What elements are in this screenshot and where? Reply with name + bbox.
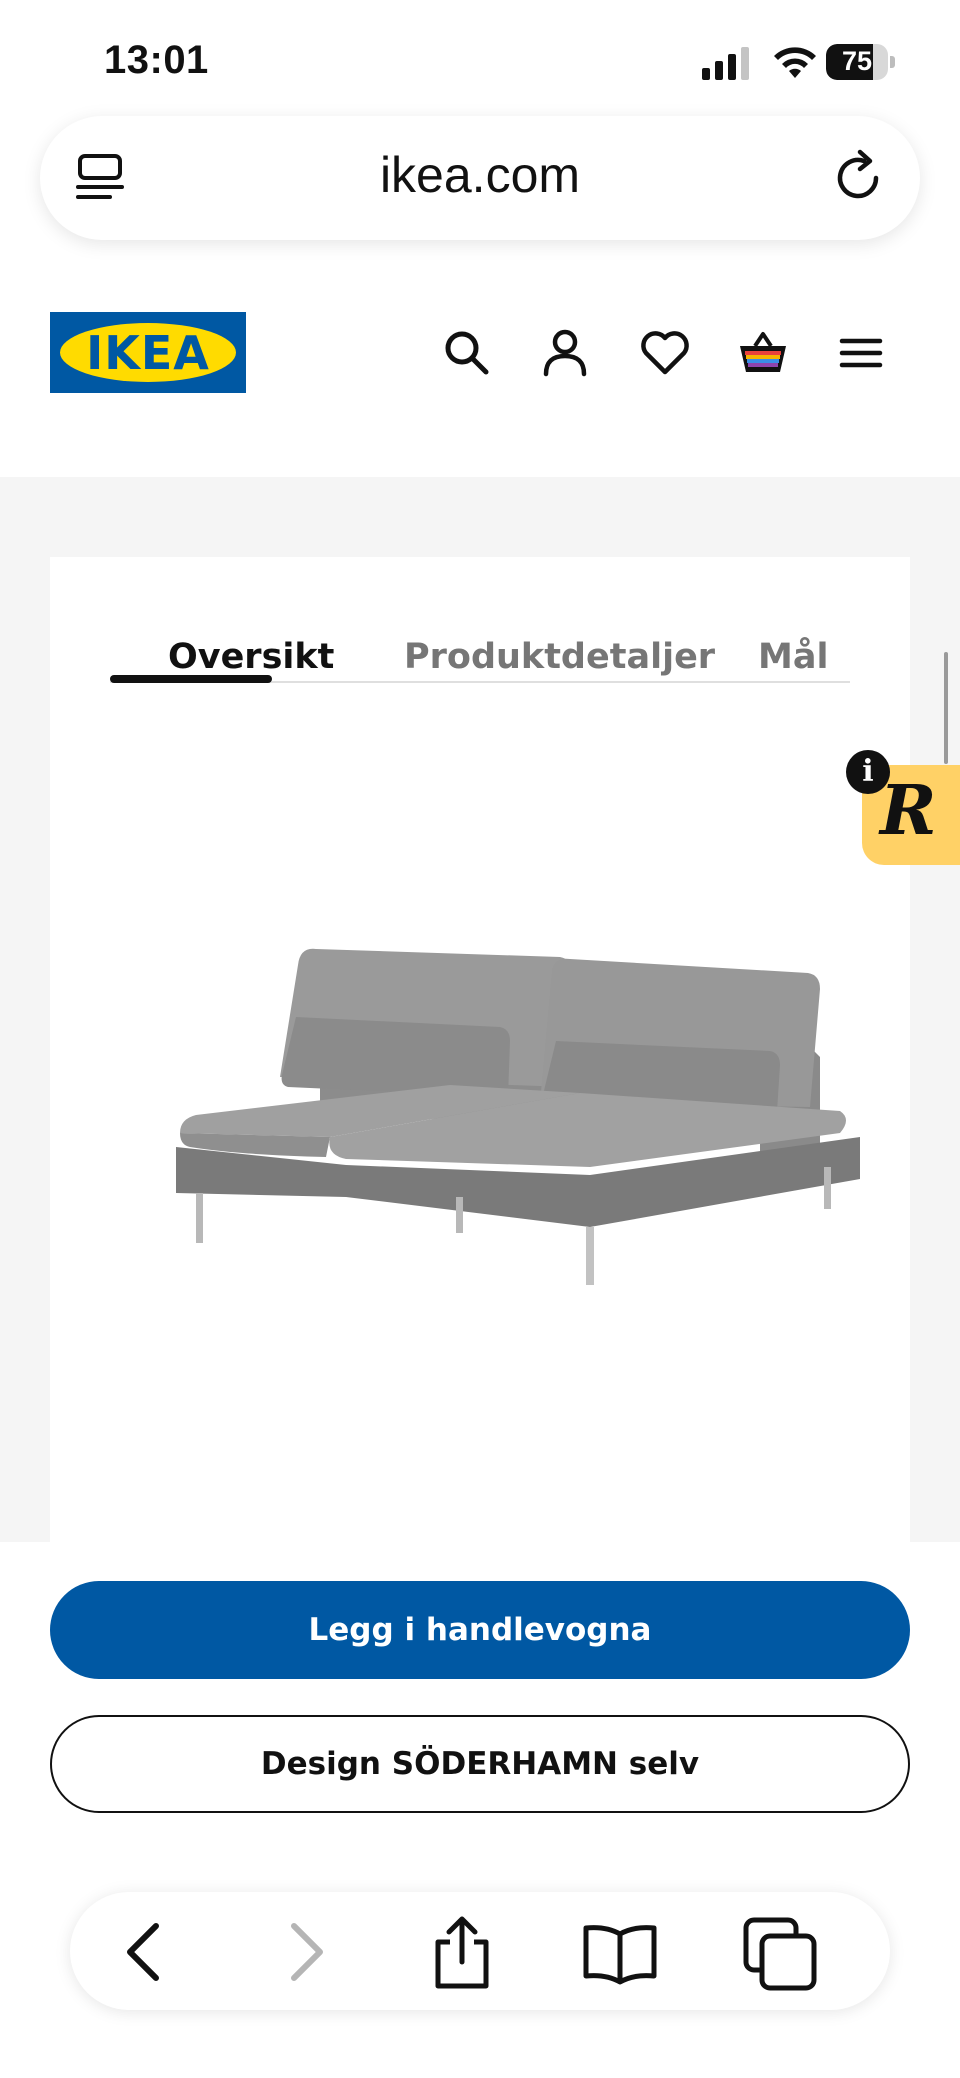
grey-sofa-section-image[interactable] — [120, 897, 900, 1317]
status-bar: 13:01 75 — [0, 0, 960, 110]
browser-toolbar — [70, 1892, 890, 2010]
shopping-basket-icon[interactable] — [736, 326, 790, 380]
favorites-heart-icon[interactable] — [638, 326, 692, 380]
cellular-signal-icon — [702, 47, 749, 80]
wifi-icon — [774, 47, 816, 78]
battery-icon: 75 — [826, 44, 896, 80]
design-it-yourself-button[interactable]: Design SÖDERHAMN selv — [50, 1715, 910, 1813]
tab-product-details[interactable]: Produktdetaljer — [404, 637, 715, 677]
status-time: 13:01 — [104, 38, 209, 82]
account-icon[interactable] — [538, 326, 592, 380]
back-icon[interactable] — [104, 1912, 184, 1992]
menu-icon[interactable] — [834, 326, 888, 380]
active-tab-indicator — [110, 675, 272, 683]
share-icon[interactable] — [422, 1912, 502, 1992]
info-icon[interactable]: i — [846, 750, 890, 794]
product-tabs: Oversikt Produktdetaljer Mål — [110, 597, 850, 683]
tab-overview[interactable]: Oversikt — [168, 637, 334, 677]
scroll-indicator[interactable] — [944, 652, 948, 764]
address-bar[interactable]: ikea.com — [40, 116, 920, 240]
forward-icon[interactable] — [266, 1912, 346, 1992]
badge-letter: R — [880, 771, 937, 851]
add-to-cart-button[interactable]: Legg i handlevogna — [50, 1581, 910, 1679]
tab-measurements[interactable]: Mål — [758, 637, 828, 677]
reload-icon[interactable] — [830, 148, 890, 208]
search-icon[interactable] — [440, 326, 494, 380]
tabs-icon[interactable] — [740, 1912, 820, 1992]
ikea-logo[interactable]: IKEA — [50, 312, 246, 393]
product-content-card: Oversikt Produktdetaljer Mål — [50, 557, 910, 1542]
url-text[interactable]: ikea.com — [40, 146, 920, 204]
bookmarks-icon[interactable] — [580, 1912, 660, 1992]
logo-text: IKEA — [86, 326, 210, 380]
site-header: IKEA — [0, 300, 960, 400]
battery-percent: 75 — [841, 46, 873, 76]
